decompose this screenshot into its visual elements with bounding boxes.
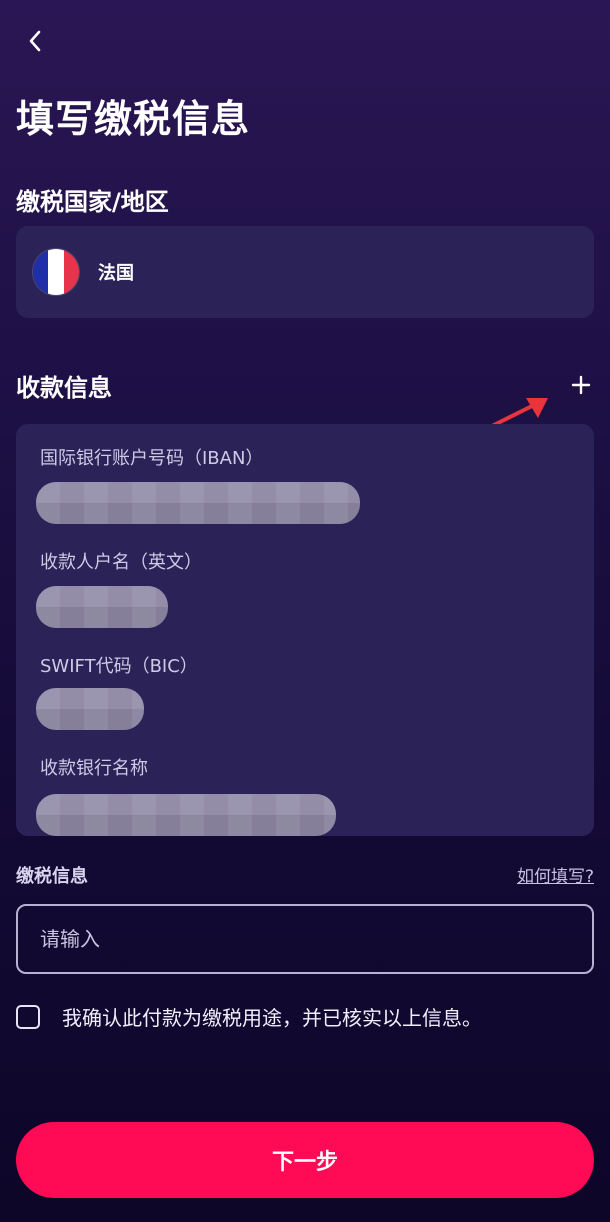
next-step-button[interactable]: 下一步: [16, 1122, 594, 1198]
add-payee-button[interactable]: [566, 370, 596, 400]
country-section-label: 缴税国家/地区: [16, 188, 169, 216]
confirm-row: 我确认此付款为缴税用途，并已核实以上信息。: [16, 1002, 482, 1031]
payee-section-label: 收款信息: [16, 374, 112, 402]
bank-name-label: 收款银行名称: [40, 758, 148, 779]
bank-name-value-masked: [36, 794, 336, 836]
how-to-fill-link[interactable]: 如何填写?: [517, 862, 594, 887]
country-name: 法国: [98, 263, 134, 284]
iban-label: 国际银行账户号码（IBAN）: [40, 448, 264, 469]
plus-icon: [571, 375, 591, 395]
confirm-checkbox[interactable]: [16, 1004, 40, 1029]
iban-value-masked: [36, 482, 360, 524]
tax-info-input[interactable]: [16, 904, 594, 974]
france-flag-icon: [32, 248, 80, 296]
confirm-text: 我确认此付款为缴税用途，并已核实以上信息。: [62, 1006, 482, 1030]
chevron-left-icon: [29, 30, 41, 52]
payee-name-value-masked: [36, 586, 168, 628]
tax-info-label: 缴税信息: [16, 866, 88, 887]
page-title: 填写缴税信息: [16, 97, 251, 141]
swift-label: SWIFT代码（BIC）: [40, 656, 198, 677]
back-button[interactable]: [18, 24, 52, 58]
country-selector[interactable]: 法国: [16, 226, 594, 318]
payee-name-label: 收款人户名（英文）: [40, 552, 202, 573]
swift-value-masked: [36, 688, 144, 730]
payee-info-card: 国际银行账户号码（IBAN） 收款人户名（英文） SWIFT代码（BIC） 收款…: [16, 424, 594, 836]
